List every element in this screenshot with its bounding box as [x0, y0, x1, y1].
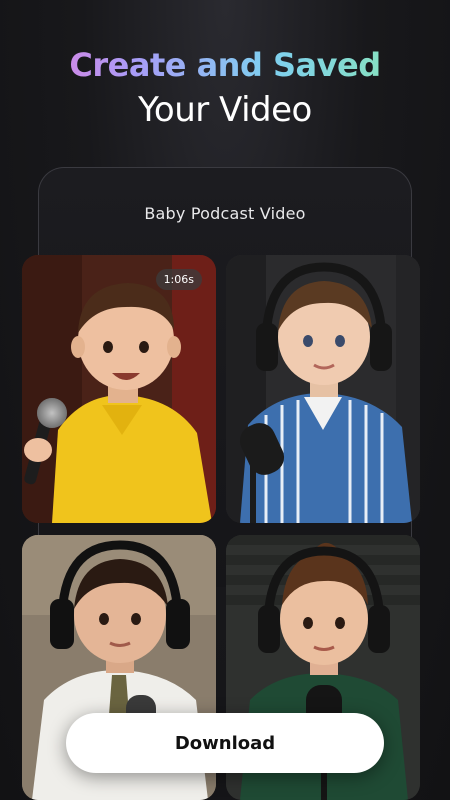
video-thumbnail-1[interactable]: 1:06s: [22, 255, 216, 523]
video-thumbnail-2[interactable]: [226, 255, 420, 523]
thumbnail-image: [226, 255, 420, 523]
thumbnail-image: [22, 255, 216, 523]
headline-gradient-text: Create and Saved: [0, 44, 450, 86]
card-title: Baby Podcast Video: [144, 204, 306, 223]
download-button[interactable]: Download: [66, 713, 384, 773]
video-duration-badge: 1:06s: [155, 269, 202, 290]
headline-subtitle: Your Video: [138, 90, 312, 130]
page-headline: Create and Saved Your Video: [0, 44, 450, 134]
